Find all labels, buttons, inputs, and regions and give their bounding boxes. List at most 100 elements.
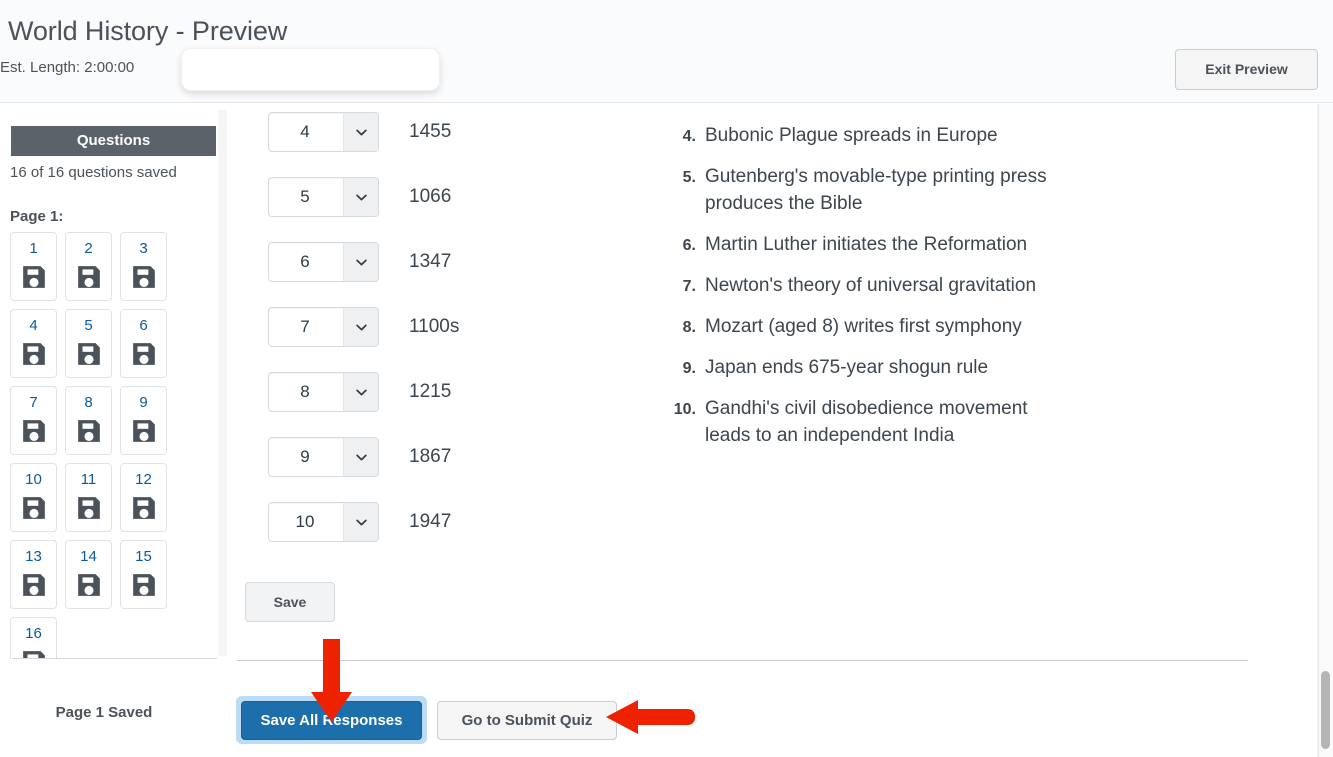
- chevron-down-icon: [356, 194, 367, 201]
- question-link-12[interactable]: 12: [120, 463, 167, 532]
- question-link-7[interactable]: 7: [10, 386, 57, 455]
- answer-order-select-1100s[interactable]: 7: [268, 307, 379, 347]
- question-number-label: 4: [29, 317, 37, 335]
- question-number-label: 8: [84, 394, 92, 412]
- answer-row: 10 1947: [268, 502, 598, 542]
- select-arrow-box[interactable]: [343, 243, 378, 281]
- question-number-label: 6: [139, 317, 147, 335]
- answer-order-selected-value: 10: [269, 512, 343, 532]
- question-number-label: 2: [84, 240, 92, 258]
- answer-order-select-1947[interactable]: 10: [268, 502, 379, 542]
- save-icon: [131, 495, 157, 521]
- question-link-10[interactable]: 10: [10, 463, 57, 532]
- question-link-4[interactable]: 4: [10, 309, 57, 378]
- event-item-text: Martin Luther initiates the Reformation: [705, 231, 1027, 258]
- question-link-1[interactable]: 1: [10, 232, 57, 301]
- select-arrow-box[interactable]: [343, 503, 378, 541]
- event-item-text: Japan ends 675-year shogun rule: [705, 354, 988, 381]
- page-scrollbar-track[interactable]: [1318, 104, 1333, 757]
- main-footer-divider: [237, 660, 1248, 661]
- question-link-11[interactable]: 11: [65, 463, 112, 532]
- question-number-label: 1: [29, 240, 37, 258]
- save-icon: [131, 264, 157, 290]
- question-number-label: 12: [135, 471, 152, 489]
- footer-action-bar: Save All Responses Go to Submit Quiz: [231, 687, 1326, 757]
- answer-row: 5 1066: [268, 177, 598, 217]
- question-number-label: 7: [29, 394, 37, 412]
- answer-row: 71100s: [268, 307, 598, 347]
- page-header: World History - Preview Est. Length: 2:0…: [0, 0, 1333, 103]
- select-arrow-box[interactable]: [343, 438, 378, 476]
- question-link-2[interactable]: 2: [65, 232, 112, 301]
- answer-row: 81215: [268, 372, 598, 412]
- save-icon: [21, 495, 47, 521]
- answer-order-selected-value: 4: [269, 122, 343, 142]
- quiz-preview-page: World History - Preview Est. Length: 2:0…: [0, 0, 1333, 757]
- save-question-button[interactable]: Save: [245, 582, 335, 622]
- answer-year-label: 1947: [409, 511, 451, 533]
- sidebar-divider: [12, 658, 217, 659]
- question-link-16[interactable]: 16: [10, 617, 57, 659]
- header-popover-overlay: [181, 48, 440, 91]
- answer-order-select-1347[interactable]: 6: [268, 242, 379, 282]
- exit-preview-button[interactable]: Exit Preview: [1175, 49, 1318, 90]
- sidebar-scrollbar-track[interactable]: [218, 110, 227, 656]
- question-number-label: 14: [80, 548, 97, 566]
- answer-order-select-1867[interactable]: 9: [268, 437, 379, 477]
- chevron-down-icon: [356, 389, 367, 396]
- event-list-item: 9.Japan ends 675-year shogun rule: [661, 354, 1081, 381]
- page-saved-status: Page 1 Saved: [0, 704, 230, 721]
- page-title: World History - Preview: [8, 16, 287, 47]
- event-list-item: 7.Newton's theory of universal gravitati…: [661, 272, 1081, 299]
- event-item-text: Gutenberg's movable-type printing press …: [705, 163, 1050, 217]
- chevron-down-icon: [356, 519, 367, 526]
- save-icon: [21, 572, 47, 598]
- save-icon: [76, 572, 102, 598]
- question-number-label: 13: [25, 548, 42, 566]
- question-link-8[interactable]: 8: [65, 386, 112, 455]
- save-icon: [76, 264, 102, 290]
- question-link-13[interactable]: 13: [10, 540, 57, 609]
- save-icon: [21, 264, 47, 290]
- event-item-number: 10.: [661, 395, 705, 449]
- go-to-submit-quiz-button[interactable]: Go to Submit Quiz: [437, 701, 617, 740]
- event-item-number: 7.: [661, 272, 705, 299]
- question-link-9[interactable]: 9: [120, 386, 167, 455]
- save-icon: [131, 341, 157, 367]
- question-number-grid: 12345678910111213141516: [10, 232, 195, 659]
- answer-order-selected-value: 5: [269, 187, 343, 207]
- question-link-5[interactable]: 5: [65, 309, 112, 378]
- page-number-label: Page 1:: [10, 208, 63, 225]
- question-number-label: 11: [81, 471, 97, 489]
- question-link-15[interactable]: 15: [120, 540, 167, 609]
- event-list-item: 5.Gutenberg's movable-type printing pres…: [661, 163, 1081, 217]
- answer-order-selected-value: 9: [269, 447, 343, 467]
- question-grid-row: 7 8 9: [10, 386, 195, 455]
- select-arrow-box[interactable]: [343, 113, 378, 151]
- question-link-14[interactable]: 14: [65, 540, 112, 609]
- page-scrollbar-thumb[interactable]: [1321, 671, 1330, 749]
- event-list-item: 6.Martin Luther initiates the Reformatio…: [661, 231, 1081, 258]
- event-item-text: Bubonic Plague spreads in Europe: [705, 122, 998, 149]
- event-item-number: 8.: [661, 313, 705, 340]
- save-icon: [21, 341, 47, 367]
- select-arrow-box[interactable]: [343, 308, 378, 346]
- question-link-3[interactable]: 3: [120, 232, 167, 301]
- question-number-label: 10: [25, 471, 42, 489]
- event-item-number: 4.: [661, 122, 705, 149]
- answer-year-label: 1867: [409, 446, 451, 468]
- answer-year-label: 1066: [409, 186, 451, 208]
- save-all-responses-button[interactable]: Save All Responses: [241, 701, 422, 740]
- answer-order-select-1455[interactable]: 4: [268, 112, 379, 152]
- question-link-6[interactable]: 6: [120, 309, 167, 378]
- select-arrow-box[interactable]: [343, 373, 378, 411]
- questions-sidebar: Questions 16 of 16 questions saved Page …: [0, 104, 230, 757]
- answer-year-label: 1455: [409, 121, 451, 143]
- save-icon: [131, 418, 157, 444]
- select-arrow-box[interactable]: [343, 178, 378, 216]
- event-choices-list: 4.Bubonic Plague spreads in Europe 5.Gute…: [661, 122, 1081, 463]
- main-content: 41455510666134771100s8121591867101947 Sa…: [231, 104, 1326, 757]
- answer-order-select-1066[interactable]: 5: [268, 177, 379, 217]
- answer-order-select-1215[interactable]: 8: [268, 372, 379, 412]
- questions-saved-status: 16 of 16 questions saved: [10, 164, 177, 181]
